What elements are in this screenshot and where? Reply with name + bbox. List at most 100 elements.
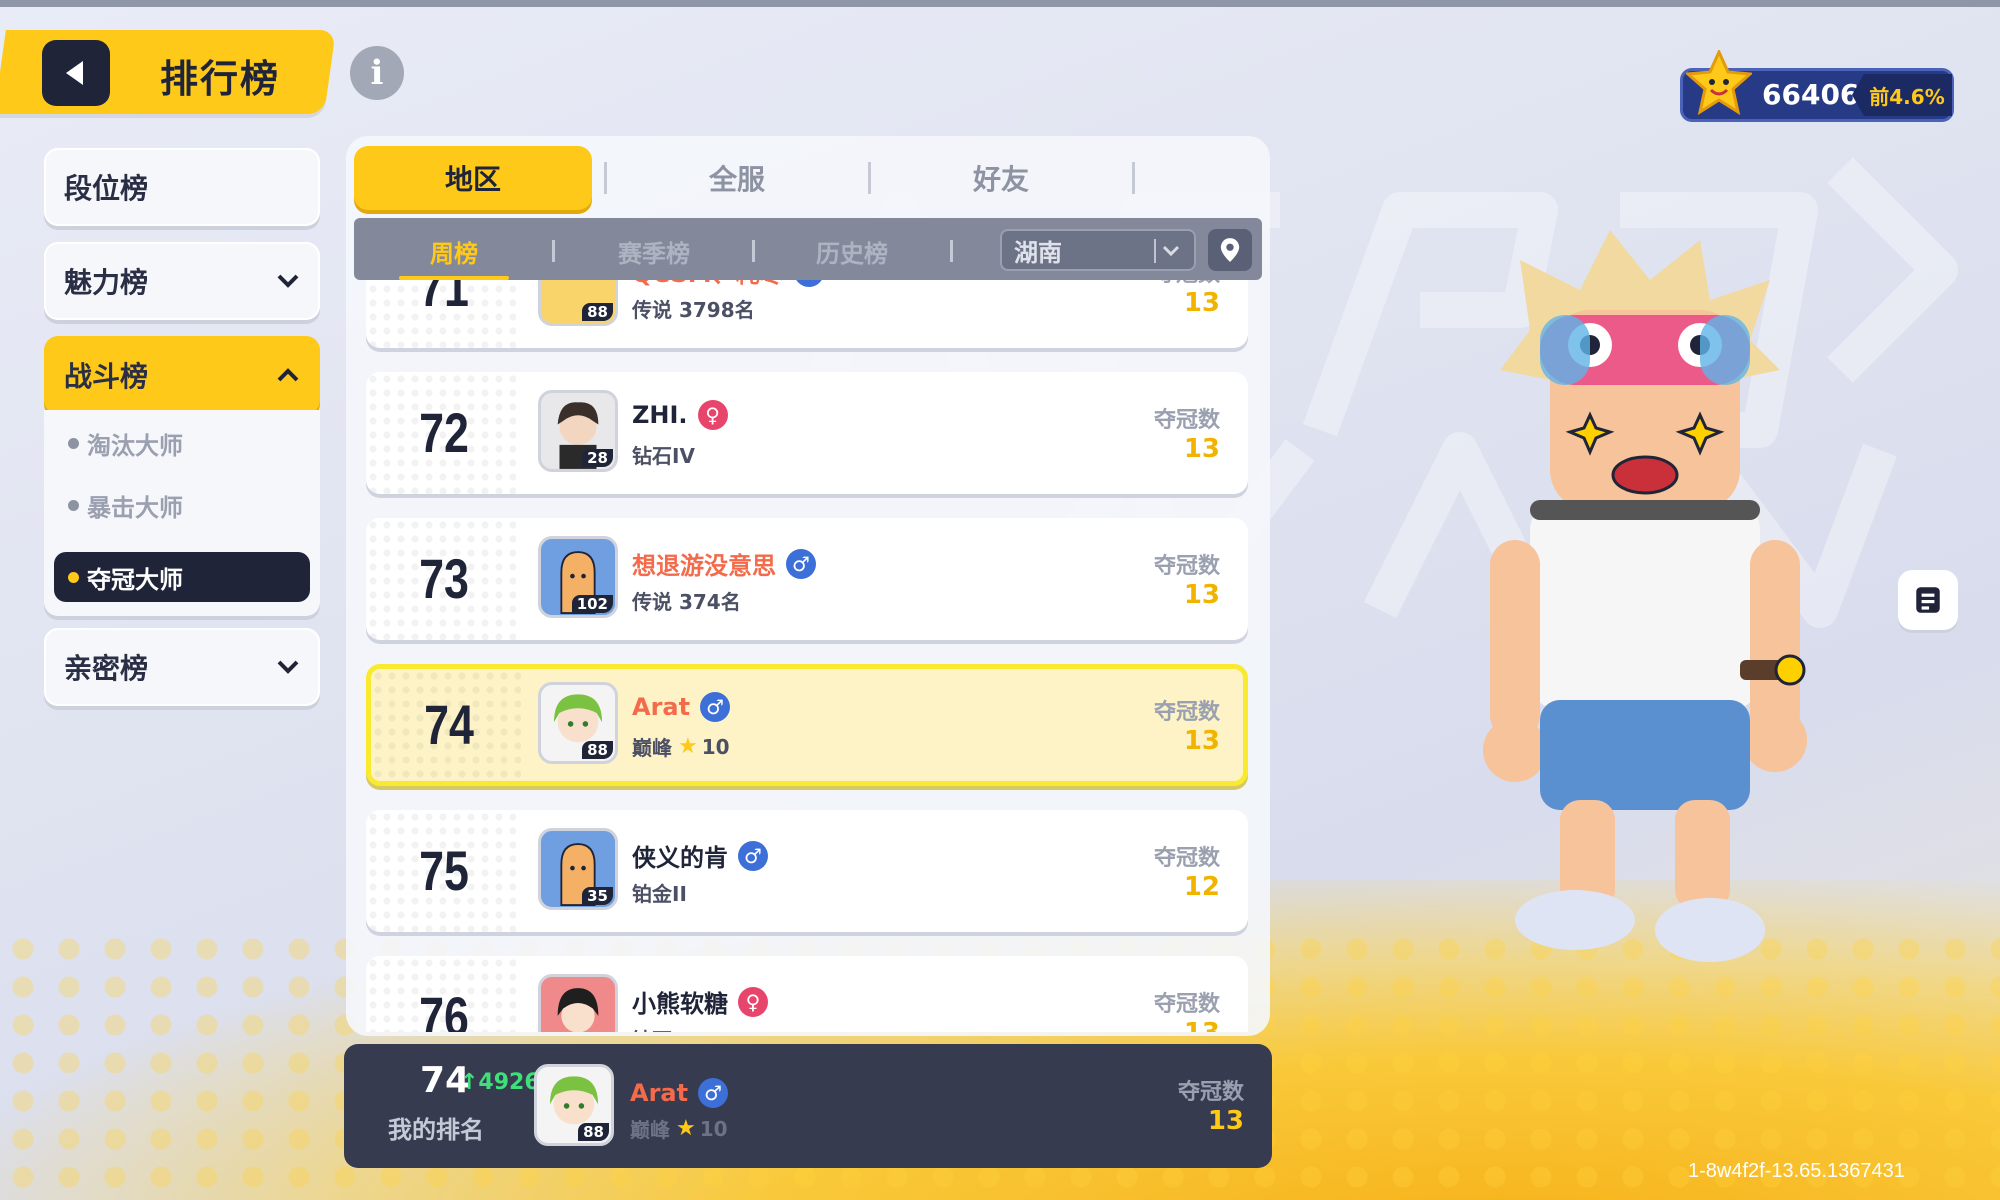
player-name-row: 想退游没意思 ♂ (632, 546, 816, 581)
stat-label: 夺冠数 (1153, 408, 1220, 433)
rank-number: 73 (419, 547, 469, 610)
bullet-icon (68, 571, 79, 583)
player-avatar: 35 (538, 828, 618, 910)
my-avatar: 88 (534, 1064, 614, 1146)
leaderboard-row[interactable]: 76 小熊软糖 ♀ 钻石IV 夺冠数 13 (366, 956, 1248, 1032)
leaderboard-row[interactable]: 72 28 ZHI. ♀ 钻石IV 夺冠数 13 (366, 372, 1248, 494)
leaderboard-row-self[interactable]: 74 88 Arat ♂ 巅峰 ★ 10 夺冠数 13 (366, 664, 1248, 786)
stat-label: 夺冠数 (1153, 554, 1220, 579)
player-name-row: QCSM、耗尽 ♂ (632, 280, 824, 289)
leaderboard-row[interactable]: 71 88 QCSM、耗尽 ♂ 传说 3798名 夺冠数 13 (366, 280, 1248, 348)
submenu-label: 淘汰大师 (87, 431, 183, 460)
submenu-elimination-master[interactable]: 淘汰大师 (54, 418, 310, 468)
player-tier: 传说 3798名 (632, 298, 755, 322)
submenu-label: 暴击大师 (87, 493, 183, 522)
stat-value: 12 (1183, 872, 1220, 902)
my-tier: 巅峰 (630, 1118, 670, 1142)
rank-number: 75 (419, 839, 469, 902)
player-avatar: 88 (538, 280, 618, 326)
rank-number: 76 (419, 985, 469, 1032)
player-avatar: 28 (538, 390, 618, 472)
menu-label: 战斗榜 (64, 360, 149, 393)
menu-intimacy[interactable]: 亲密榜 (44, 628, 320, 706)
stat-value: 13 (1184, 1018, 1220, 1032)
star-icon: ★ (676, 1116, 696, 1141)
menu-charm[interactable]: 魅力榜 (44, 242, 320, 320)
menu-label: 魅力榜 (64, 266, 149, 299)
chevron-down-icon (1154, 239, 1184, 263)
player-name: 想退游没意思 (632, 552, 776, 580)
star-count: 10 (701, 734, 730, 759)
player-tier: 钻石IV (632, 444, 695, 468)
player-avatar (538, 974, 618, 1032)
player-name: QCSM、耗尽 (632, 280, 784, 289)
stat-label: 夺冠数 (1153, 992, 1220, 1017)
stat-value: 13 (1183, 288, 1220, 318)
back-arrow-icon (66, 61, 83, 85)
stat-value: 13 (1183, 580, 1220, 610)
player-tier: 巅峰 (632, 736, 672, 760)
player-name-row: 侠义的肯 ♂ (632, 838, 768, 873)
male-icon: ♂ (698, 1078, 729, 1108)
player-tier: 传说 374名 (632, 590, 741, 614)
back-button[interactable] (42, 40, 110, 106)
chevron-down-icon (277, 660, 299, 674)
male-icon: ♂ (700, 692, 731, 722)
tab-friends[interactable]: 好友 (882, 146, 1120, 210)
menu-battle[interactable]: 战斗榜 (44, 336, 320, 414)
stat-value: 13 (1183, 434, 1220, 464)
player-avatar: 102 (538, 536, 618, 618)
leaderboard-row[interactable]: 73 102 想退游没意思 ♂ 传说 374名 夺冠数 13 (366, 518, 1248, 640)
region-value: 湖南 (1014, 238, 1062, 267)
my-tier-row: 巅峰 ★ 10 (630, 1114, 728, 1143)
my-rank-bar[interactable]: 74 ↑4926 我的排名 88 Arat ♂ 巅峰 ★ 10 夺冠数 13 (344, 1044, 1272, 1168)
player-name: Arat (632, 693, 691, 721)
tab-all-server[interactable]: 全服 (618, 146, 856, 210)
player-tier: 铂金II (632, 882, 687, 906)
leaderboard-list[interactable]: 71 88 QCSM、耗尽 ♂ 传说 3798名 夺冠数 13 72 28 ZH… (346, 280, 1270, 1032)
level-badge: 102 (571, 595, 613, 613)
rank-number: 71 (419, 280, 469, 318)
player-tier: 钻石IV (632, 1024, 695, 1032)
notes-icon[interactable] (1898, 570, 1958, 630)
player-name-row: ZHI. ♀ (632, 400, 728, 430)
my-star-count: 10 (699, 1116, 728, 1141)
stat-label: 夺冠数 (1153, 846, 1220, 871)
my-name: Arat (630, 1079, 689, 1107)
score-percentile: 前4.6% (1852, 74, 1952, 116)
male-icon: ♂ (738, 840, 768, 871)
my-rank-label: 我的排名 (388, 1116, 484, 1144)
subtab-divider (552, 240, 555, 262)
subtab-season[interactable]: 赛季榜 (594, 230, 714, 272)
my-name-row: Arat ♂ (630, 1078, 729, 1108)
my-rank-change: ↑4926 (460, 1070, 540, 1095)
player-name: 小熊软糖 (632, 990, 728, 1018)
level-badge: 35 (582, 887, 613, 905)
level-badge: 88 (582, 303, 613, 321)
version-text: 1-8w4f2f-13.65.1367431 (1688, 1160, 1905, 1182)
stat-label: 夺冠数 (1177, 1080, 1244, 1105)
tab-region[interactable]: 地区 (354, 146, 592, 210)
menu-rank-tier[interactable]: 段位榜 (44, 148, 320, 226)
battle-submenu: 淘汰大师 暴击大师 夺冠大师 (44, 410, 320, 616)
location-pin-icon[interactable] (1208, 229, 1252, 271)
stat-label: 夺冠数 (1154, 280, 1220, 288)
region-dropdown[interactable]: 湖南 (1000, 229, 1196, 271)
leaderboard-row[interactable]: 75 35 侠义的肯 ♂ 铂金II 夺冠数 12 (366, 810, 1248, 932)
player-character (1483, 230, 1807, 962)
submenu-crit-master[interactable]: 暴击大师 (54, 480, 310, 530)
subtab-divider (752, 240, 755, 262)
rank-number: 72 (419, 401, 469, 464)
score-value: 66406 (1762, 78, 1860, 111)
subtab-weekly[interactable]: 周榜 (394, 230, 514, 280)
submenu-champion-master[interactable]: 夺冠大师 (54, 552, 310, 602)
female-icon: ♀ (697, 400, 728, 430)
menu-label: 段位榜 (64, 172, 149, 205)
menu-label: 亲密榜 (64, 652, 149, 685)
page-title: 排行榜 (160, 57, 281, 101)
tab-divider (604, 162, 607, 194)
level-badge: 88 (582, 741, 613, 759)
subtab-history[interactable]: 历史榜 (792, 230, 912, 272)
subtab-divider (950, 240, 953, 262)
info-icon[interactable]: i (350, 46, 404, 100)
